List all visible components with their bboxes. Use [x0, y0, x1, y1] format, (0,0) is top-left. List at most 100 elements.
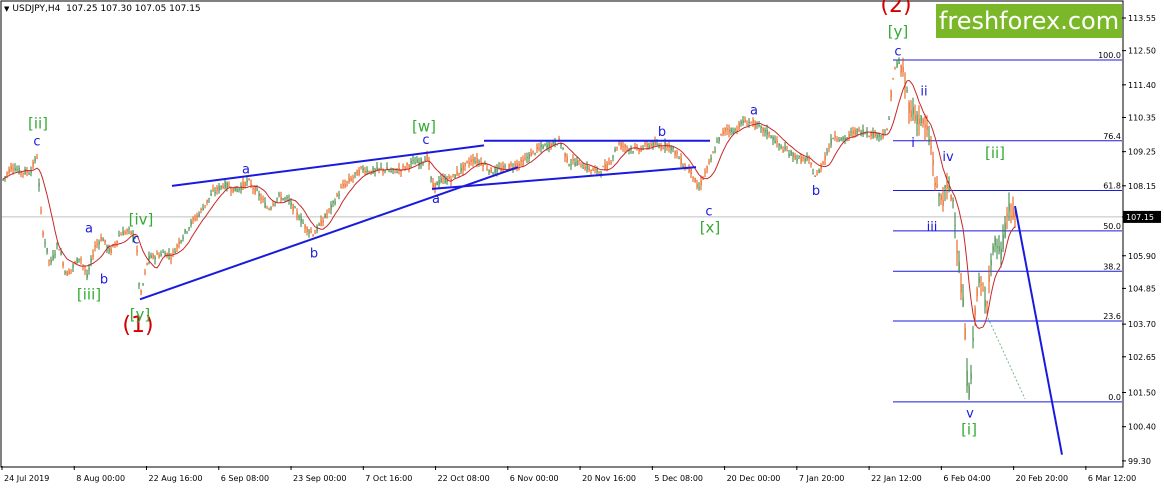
candle-body: [974, 307, 976, 316]
candle-body: [594, 168, 596, 170]
candle-body: [608, 162, 610, 164]
candle-body: [624, 144, 626, 148]
candle-body: [152, 254, 154, 258]
candle-body: [730, 128, 732, 133]
candle-body: [716, 141, 718, 143]
candle-body: [816, 173, 818, 175]
candle-body: [156, 253, 158, 255]
candle-body: [996, 245, 998, 249]
candle-body: [992, 246, 994, 251]
candle-body: [306, 227, 308, 232]
candle-body: [452, 174, 454, 176]
candle-body: [212, 189, 214, 191]
candle-body: [942, 200, 944, 206]
candle-body: [90, 258, 92, 262]
candle-body: [858, 129, 860, 131]
candle-body: [524, 157, 526, 160]
candle-body: [758, 124, 760, 126]
x-tick-label: 24 Jul 2019: [4, 474, 49, 483]
candle-body: [612, 156, 614, 158]
candle-body: [464, 162, 466, 167]
candle-body: [384, 170, 386, 172]
candle-body: [800, 156, 802, 163]
candle-body: [320, 219, 322, 226]
candle-body: [940, 195, 942, 201]
candle-body: [252, 188, 254, 190]
candle-body: [592, 168, 594, 171]
candle-body: [518, 163, 520, 167]
candle-body: [994, 237, 996, 246]
candle-body: [470, 159, 472, 163]
candle-body: [832, 138, 834, 140]
candle-body: [1006, 213, 1008, 216]
candle-body: [926, 125, 928, 130]
fib-level-label: 0.0: [1108, 393, 1121, 402]
candle-body: [872, 132, 874, 138]
candle-body: [460, 167, 462, 172]
candle-body: [350, 178, 352, 181]
candle-body: [732, 130, 734, 135]
candle-body: [954, 224, 956, 226]
candle-body: [778, 143, 780, 146]
y-tick-label: 100.40: [1128, 423, 1156, 432]
wave-label: ii: [920, 85, 927, 100]
candle-body: [346, 181, 348, 183]
x-tick-label: 6 Feb 04:00: [943, 474, 990, 483]
candle-body: [302, 222, 304, 224]
candle-body: [50, 259, 52, 263]
candle-body: [122, 231, 124, 236]
candle-body: [852, 130, 854, 134]
candle-body: [880, 135, 882, 137]
candle-body: [36, 157, 38, 159]
candle-body: [390, 170, 392, 172]
candle-body: [326, 213, 328, 215]
wave-label: c: [422, 133, 429, 148]
candle-body: [692, 176, 694, 178]
candle-body: [224, 181, 226, 189]
candle-body: [348, 177, 350, 182]
candle-body: [762, 127, 764, 132]
wave-label: i: [911, 136, 915, 151]
candle-body: [774, 140, 776, 144]
candle-body: [366, 169, 368, 173]
candle-body: [178, 241, 180, 245]
x-tick-label: 7 Jan 20:00: [799, 474, 845, 483]
candle-body: [606, 163, 608, 170]
candle-body: [54, 253, 56, 255]
candle-body: [108, 247, 110, 253]
candle-body: [88, 268, 90, 270]
wave-label: b: [658, 125, 666, 140]
chart-header: ▼ USDJPY,H4 107.25 107.30 107.05 107.15: [4, 4, 201, 14]
x-tick-label: 22 Jan 12:00: [871, 474, 922, 483]
candle-body: [660, 146, 662, 150]
candle-body: [426, 154, 428, 161]
candle-body: [92, 254, 94, 258]
wave-label: [iv]: [129, 211, 154, 229]
candle-body: [138, 283, 140, 286]
candle-body: [180, 240, 182, 242]
candle-body: [990, 260, 992, 266]
candle-body: [96, 243, 98, 245]
candle-body: [416, 159, 418, 163]
candle-body: [722, 131, 724, 135]
candle-body: [230, 190, 232, 192]
candle-body: [196, 215, 198, 217]
candle-body: [610, 162, 612, 164]
candle-body: [696, 184, 698, 188]
candle-body: [378, 168, 380, 170]
fib-level-label: 100.0: [1098, 51, 1121, 60]
candle-body: [786, 150, 788, 152]
candle-body: [330, 204, 332, 210]
candle-body: [466, 161, 468, 163]
candle-body: [574, 162, 576, 166]
y-tick-label: 104.85: [1128, 284, 1156, 293]
candle-body: [678, 158, 680, 160]
candle-body: [336, 194, 338, 197]
candle-body: [14, 168, 16, 171]
candle-body: [232, 187, 234, 193]
candle-body: [56, 243, 58, 245]
candle-body: [584, 166, 586, 170]
y-tick-label: 112.50: [1128, 47, 1156, 56]
chevron-down-icon[interactable]: ▼: [4, 5, 9, 13]
wave-label: [iii]: [77, 285, 101, 303]
